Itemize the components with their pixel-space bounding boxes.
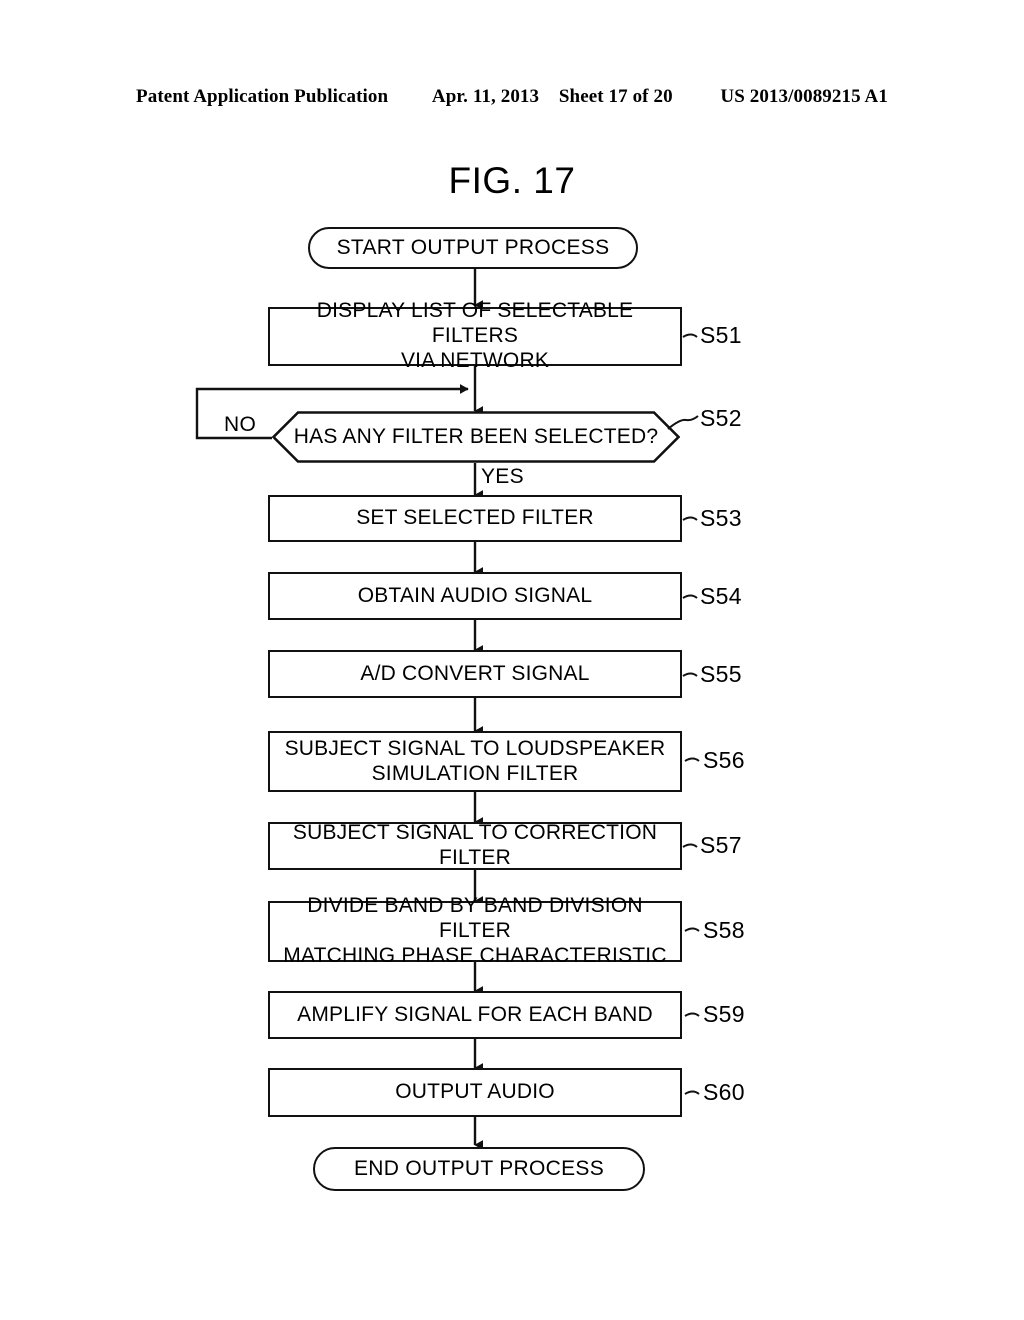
terminator-start-label: START OUTPUT PROCESS	[336, 236, 610, 259]
process-box-s54-line1: OBTAIN AUDIO SIGNAL	[357, 583, 593, 607]
step-label-s52: S52	[700, 405, 742, 431]
process-box-s58-line1: DIVIDE BAND BY BAND DIVISION FILTER	[307, 894, 643, 943]
process-box-s53-line1: SET SELECTED FILTER	[356, 506, 594, 530]
process-box-s57-line1: SUBJECT SIGNAL TO CORRECTION FILTER	[292, 821, 658, 869]
process-box-s56: SUBJECT SIGNAL TO LOUDSPEAKER SIMULATION…	[268, 731, 682, 792]
process-box-s51-line2: VIA NETWORK	[400, 348, 550, 372]
process-box-s55: A/D CONVERT SIGNAL	[268, 650, 682, 698]
step-label-s55: S55	[700, 661, 742, 687]
step-label-s53: S53	[700, 505, 742, 531]
process-box-s58: DIVIDE BAND BY BAND DIVISION FILTER MATC…	[268, 894, 682, 967]
process-box-s56-line1: SUBJECT SIGNAL TO LOUDSPEAKER	[284, 736, 666, 760]
branch-label-no: NO	[224, 413, 257, 436]
step-label-s57: S57	[700, 832, 742, 858]
process-box-s56-line2: SIMULATION FILTER	[371, 761, 579, 785]
process-box-s59-line1: AMPLIFY SIGNAL FOR EACH BAND	[297, 1002, 653, 1026]
branch-label-yes: YES	[481, 465, 524, 488]
terminator-end: END OUTPUT PROCESS	[313, 1147, 645, 1191]
terminator-start: START OUTPUT PROCESS	[308, 227, 638, 269]
step-label-s59: S59	[703, 1001, 745, 1027]
step-label-s58: S58	[703, 917, 745, 943]
terminator-end-label: END OUTPUT PROCESS	[353, 1157, 605, 1180]
decision-box-s52-label: HAS ANY FILTER BEEN SELECTED?	[293, 425, 659, 448]
step-label-s56: S56	[703, 747, 745, 773]
process-box-s57: SUBJECT SIGNAL TO CORRECTION FILTER	[268, 821, 682, 870]
process-box-s53: SET SELECTED FILTER	[268, 495, 682, 542]
step-label-s60: S60	[703, 1079, 745, 1105]
process-box-s51-line1: DISPLAY LIST OF SELECTABLE FILTERS	[316, 299, 634, 348]
process-box-s58-line2: MATCHING PHASE CHARACTERISTIC	[283, 943, 667, 967]
decision-box-s52: HAS ANY FILTER BEEN SELECTED?	[271, 411, 681, 463]
process-box-s59: AMPLIFY SIGNAL FOR EACH BAND	[268, 991, 682, 1039]
step-label-s54: S54	[700, 583, 742, 609]
process-box-s60: OUTPUT AUDIO	[268, 1068, 682, 1117]
process-box-s51: DISPLAY LIST OF SELECTABLE FILTERS VIA N…	[268, 299, 682, 372]
flowchart-diagram: START OUTPUT PROCESS DISPLAY LIST OF SEL…	[0, 0, 1024, 1320]
process-box-s60-line1: OUTPUT AUDIO	[395, 1080, 555, 1104]
process-box-s54: OBTAIN AUDIO SIGNAL	[268, 572, 682, 620]
process-box-s55-line1: A/D CONVERT SIGNAL	[360, 661, 590, 685]
step-label-s51: S51	[700, 322, 742, 348]
